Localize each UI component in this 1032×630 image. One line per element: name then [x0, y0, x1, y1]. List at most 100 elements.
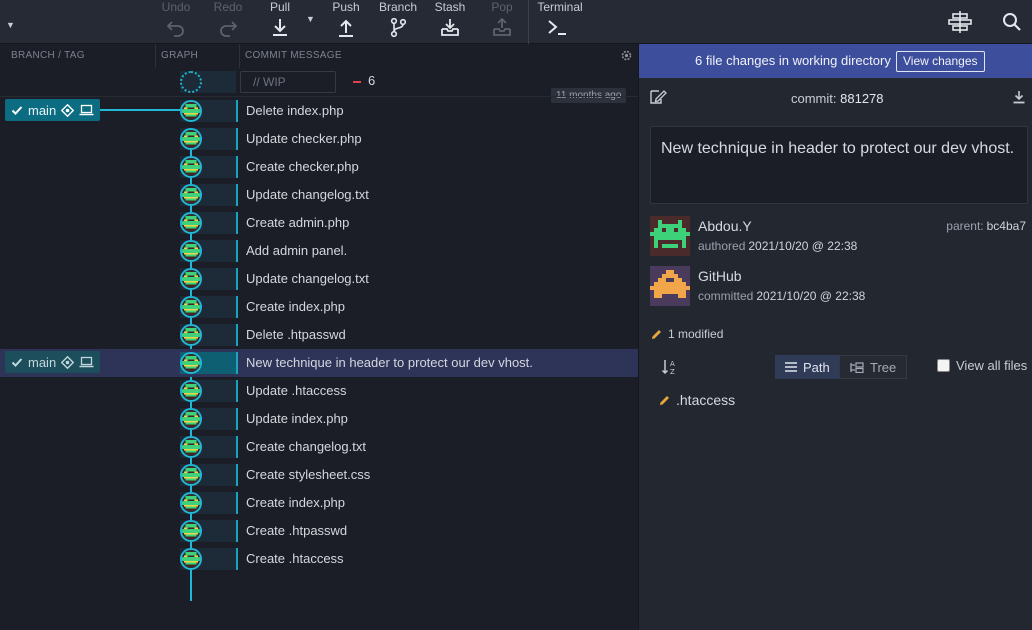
commit-avatar-node-icon[interactable]: [180, 436, 202, 458]
commit-details-panel: 6 file changes in working directory View…: [638, 44, 1032, 630]
column-divider[interactable]: [239, 44, 240, 68]
commit-avatar-node-icon[interactable]: [180, 240, 202, 262]
working-directory-banner: 6 file changes in working directory View…: [639, 44, 1032, 78]
view-changes-button[interactable]: View changes: [896, 51, 985, 72]
author-avatar: [650, 216, 690, 256]
branch-color-bar: [236, 520, 238, 542]
branch-color-bar: [236, 492, 238, 514]
commit-avatar-node-icon[interactable]: [180, 128, 202, 150]
commit-row[interactable]: Create index.php: [0, 489, 638, 517]
laptop-icon: [79, 104, 94, 116]
commit-message: Delete index.php: [246, 103, 344, 118]
commit-row[interactable]: Create .htpasswd: [0, 517, 638, 545]
commit-avatar-node-icon[interactable]: [180, 492, 202, 514]
app-window: ▼ Undo Redo Pull ▼ Push Branch Stash Pop: [0, 0, 1032, 630]
commit-message-column-header[interactable]: COMMIT MESSAGE: [245, 44, 342, 68]
commit-avatar-node-icon[interactable]: [180, 212, 202, 234]
deleted-files-icon: [353, 81, 361, 83]
committed-line: committed 2021/10/20 @ 22:38: [698, 289, 865, 303]
column-divider[interactable]: [155, 44, 156, 68]
parent-info: parent: bc4ba7: [946, 219, 1026, 233]
commit-message: Create admin.php: [246, 215, 350, 230]
commit-message: Create .htaccess: [246, 551, 344, 566]
gear-icon[interactable]: [620, 49, 633, 62]
download-icon[interactable]: [1012, 90, 1026, 104]
branch-button[interactable]: Branch: [372, 0, 424, 44]
commit-avatar-node-icon[interactable]: [180, 184, 202, 206]
commit-avatar-node-icon[interactable]: [180, 548, 202, 570]
main-toolbar: ▼ Undo Redo Pull ▼ Push Branch Stash Pop: [0, 0, 1032, 44]
tree-view-button[interactable]: Tree: [839, 355, 908, 379]
pencil-icon: [660, 395, 669, 405]
pop-button[interactable]: Pop: [476, 0, 528, 44]
repo-menu-caret-icon[interactable]: ▼: [6, 20, 15, 30]
terminal-button[interactable]: Terminal: [534, 0, 586, 44]
commit-row[interactable]: Update changelog.txt: [0, 181, 638, 209]
list-icon: [785, 362, 797, 372]
commit-row[interactable]: Update checker.php: [0, 125, 638, 153]
commit-row[interactable]: Update changelog.txt: [0, 265, 638, 293]
branch-tag-main-remote[interactable]: main: [5, 351, 101, 373]
branch-color-bar: [236, 128, 238, 150]
branch-tag-column-header[interactable]: BRANCH / TAG: [11, 44, 85, 68]
stash-button[interactable]: Stash: [424, 0, 476, 44]
sort-az-icon[interactable]: AZ: [661, 358, 679, 376]
path-view-button[interactable]: Path: [775, 355, 840, 379]
undo-button[interactable]: Undo: [150, 0, 202, 44]
committer-name: GitHub: [698, 268, 742, 284]
view-all-files-label: View all files: [956, 358, 1028, 373]
parent-sha-link[interactable]: bc4ba7: [987, 219, 1026, 233]
commit-row[interactable]: Create stylesheet.css: [0, 461, 638, 489]
commit-avatar-node-icon[interactable]: [180, 324, 202, 346]
commit-row[interactable]: Create .htaccess: [0, 545, 638, 573]
wip-node-icon[interactable]: [180, 71, 202, 93]
commit-row[interactable]: Create changelog.txt: [0, 433, 638, 461]
graph-column-header[interactable]: GRAPH: [161, 44, 198, 68]
redo-button[interactable]: Redo: [202, 0, 254, 44]
wip-summary-input[interactable]: // WIP: [240, 71, 336, 93]
commit-avatar-node-icon[interactable]: [180, 296, 202, 318]
edit-commit-icon[interactable]: [649, 89, 667, 105]
commit-avatar-node-icon[interactable]: [180, 268, 202, 290]
branch-tag-label: main: [28, 354, 57, 370]
branch-tag-main-local[interactable]: main: [5, 99, 101, 121]
view-all-files-toggle[interactable]: View all files: [937, 358, 1027, 373]
commit-row[interactable]: Delete .htpasswd: [0, 321, 638, 349]
commit-avatar-node-icon[interactable]: [180, 100, 202, 122]
commit-message: Create index.php: [246, 495, 346, 510]
commit-avatar-node-icon[interactable]: [180, 156, 202, 178]
pull-button[interactable]: Pull: [254, 0, 306, 44]
branch-tag-label: main: [28, 102, 57, 118]
commit-sha[interactable]: 881278: [840, 91, 883, 106]
push-label: Push: [332, 0, 360, 14]
commit-avatar-node-icon[interactable]: [180, 520, 202, 542]
push-button[interactable]: Push: [320, 0, 372, 44]
branch-color-bar: [236, 408, 238, 430]
commit-message: Update changelog.txt: [246, 187, 369, 202]
commit-message: Update index.php: [246, 411, 348, 426]
commit-message: Create checker.php: [246, 159, 359, 174]
remote-target-icon: [61, 103, 75, 117]
commit-avatar-node-icon[interactable]: [180, 380, 202, 402]
commit-row[interactable]: Create admin.php: [0, 209, 638, 237]
commit-row[interactable]: Update index.php: [0, 405, 638, 433]
commit-message: Create .htpasswd: [246, 523, 348, 538]
pull-options-caret-icon[interactable]: ▼: [306, 14, 315, 24]
commit-avatar-node-icon[interactable]: [180, 408, 202, 430]
branch-icon: [390, 17, 407, 38]
commit-row[interactable]: Create index.php: [0, 293, 638, 321]
layout-toggle-icon[interactable]: [947, 10, 973, 34]
checkmark-icon: [11, 106, 23, 115]
commit-row[interactable]: Create checker.php: [0, 153, 638, 181]
search-icon[interactable]: [1000, 10, 1026, 34]
commit-message-box[interactable]: New technique in header to protect our d…: [650, 126, 1028, 204]
authored-line: authored 2021/10/20 @ 22:38: [698, 239, 857, 253]
commit-row[interactable]: Update .htaccess: [0, 377, 638, 405]
committed-label: committed: [698, 289, 754, 303]
commit-avatar-node-icon[interactable]: [180, 464, 202, 486]
view-all-files-checkbox[interactable]: [937, 359, 950, 372]
undo-label: Undo: [161, 0, 191, 14]
commit-avatar-node-icon[interactable]: [180, 352, 202, 374]
commit-row[interactable]: Add admin panel.: [0, 237, 638, 265]
changed-file-item[interactable]: .htaccess: [659, 392, 735, 408]
